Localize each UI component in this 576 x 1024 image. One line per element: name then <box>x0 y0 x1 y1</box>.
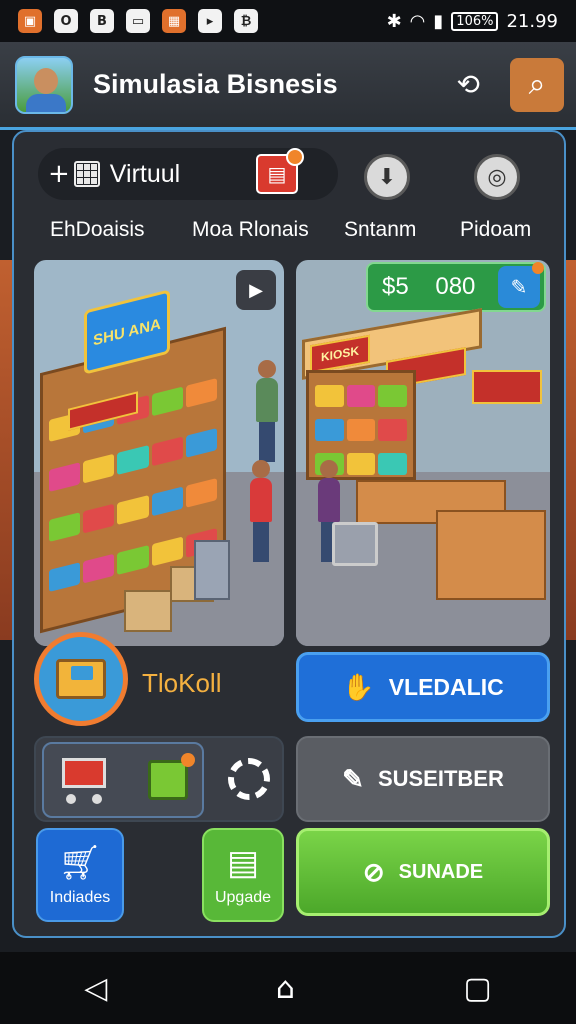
vledalic-button[interactable]: ✋ VLEDALIC <box>296 652 550 722</box>
sunade-button[interactable]: ⊘ SUNADE <box>296 828 550 916</box>
shopper-figure <box>256 360 278 462</box>
no-phone-icon: ⊘ <box>362 856 385 887</box>
notification-icons: ▣ O B ▭ ▦ ▸ ₿ <box>18 9 258 33</box>
vledalic-label: VLEDALIC <box>388 673 504 700</box>
tokoll-label: TloKoll <box>142 668 222 698</box>
edit-icon[interactable]: ✎ <box>498 262 544 308</box>
wallet-app-icon: ▣ <box>18 9 42 33</box>
suitcase <box>194 540 230 600</box>
tab-labels: EhDoaisis Moa Rlonais Sntanm Pidoam <box>14 218 568 248</box>
plus-icon: + <box>48 159 70 189</box>
back-icon[interactable]: ◁ <box>84 971 107 1006</box>
signal-icon: ▮ <box>433 10 444 32</box>
store-scene-right[interactable]: $5 080 ✎ KIOSK <box>296 260 550 646</box>
sunade-label: SUNADE <box>398 860 484 883</box>
main-panel: + Virtuul ▤ ⬇ ◎ EhDoaisis Moa Rlonais Sn… <box>12 130 566 938</box>
b-app-icon: B <box>90 9 114 33</box>
settings-dial-icon[interactable]: ◎ <box>474 154 520 200</box>
tab-sntanm[interactable]: Sntanm <box>344 218 416 242</box>
search-icon: ⌕ <box>528 67 546 102</box>
docs-app-icon: ▸ <box>198 9 222 33</box>
notepad-icon: ▤ <box>226 844 260 882</box>
o-app-icon: O <box>54 9 78 33</box>
virtual-label: Virtuul <box>109 159 181 188</box>
download-icon[interactable]: ⬇ <box>364 154 410 200</box>
hand-icon: ✋ <box>342 671 375 702</box>
bitcoin-app-icon: ₿ <box>234 9 258 33</box>
shop-actions-selected[interactable] <box>42 742 204 818</box>
tab-moa-rlonais[interactable]: Moa Rlonais <box>192 218 309 242</box>
indiades-button[interactable]: 🛒︎ Indiades <box>36 828 124 922</box>
indiades-label: Indiades <box>49 889 111 906</box>
grid-icon <box>73 161 100 187</box>
suseitber-button[interactable]: ✎ SUSEITBER <box>296 736 550 822</box>
display-counter <box>436 510 546 600</box>
shopping-cart <box>332 522 378 566</box>
search-button[interactable]: ⌕ <box>510 57 564 112</box>
clock: 21.99 <box>506 10 558 32</box>
upgrade-label: Upgade <box>214 889 272 906</box>
navigation-bar: ◁ ⌂ ▢ <box>0 952 576 1024</box>
image-app-icon: ▭ <box>126 9 150 33</box>
gear-icon[interactable] <box>228 758 270 800</box>
wifi-icon: ◠ <box>409 10 426 32</box>
virtual-tab[interactable]: + Virtuul ▤ <box>38 148 338 200</box>
suseitber-label: SUSEITBER <box>377 766 504 791</box>
top-tabs: + Virtuul ▤ <box>38 148 338 200</box>
bluetooth-icon: ✱ <box>386 10 402 32</box>
recent-apps-icon[interactable]: ▢ <box>463 971 491 1006</box>
play-icon[interactable]: ▶ <box>236 270 276 310</box>
app-bar: Simulasia Bisnesis ⟲ ⌕ <box>0 42 576 130</box>
shopper-figure <box>250 460 272 562</box>
shopping-cart-icon[interactable] <box>58 754 110 808</box>
cardboard-box <box>124 590 172 632</box>
cash-register-icon[interactable]: ▤ <box>256 148 304 194</box>
store-scene-left[interactable]: SHU ANA ▶ <box>34 260 284 646</box>
cart-icon: 🛒︎ <box>58 844 102 882</box>
battery-indicator: 106% <box>451 11 499 31</box>
home-icon[interactable]: ⌂ <box>276 971 295 1006</box>
tab-ehdoaisis[interactable]: EhDoaisis <box>50 218 145 242</box>
green-box-icon[interactable] <box>148 753 195 800</box>
money-badge: $5 080 ✎ <box>366 262 546 312</box>
shop-actions-group <box>34 736 284 822</box>
app-title: Simulasia Bisnesis <box>93 69 338 99</box>
upgrade-button[interactable]: ▤ Upgade <box>202 828 284 922</box>
avatar[interactable] <box>15 55 73 114</box>
tag-icon: ✎ <box>342 763 364 794</box>
tab-pidoam[interactable]: Pidoam <box>460 218 531 242</box>
shop-banner <box>472 370 542 404</box>
share-icon[interactable]: ⟲ <box>457 68 480 101</box>
tokoll-icon[interactable] <box>34 632 128 726</box>
status-bar: ▣ O B ▭ ▦ ▸ ₿ ✱ ◠ ▮ 106% 21.99 <box>0 0 576 42</box>
shop-app-icon: ▦ <box>162 9 186 33</box>
money-amount: $5 080 <box>382 273 476 300</box>
